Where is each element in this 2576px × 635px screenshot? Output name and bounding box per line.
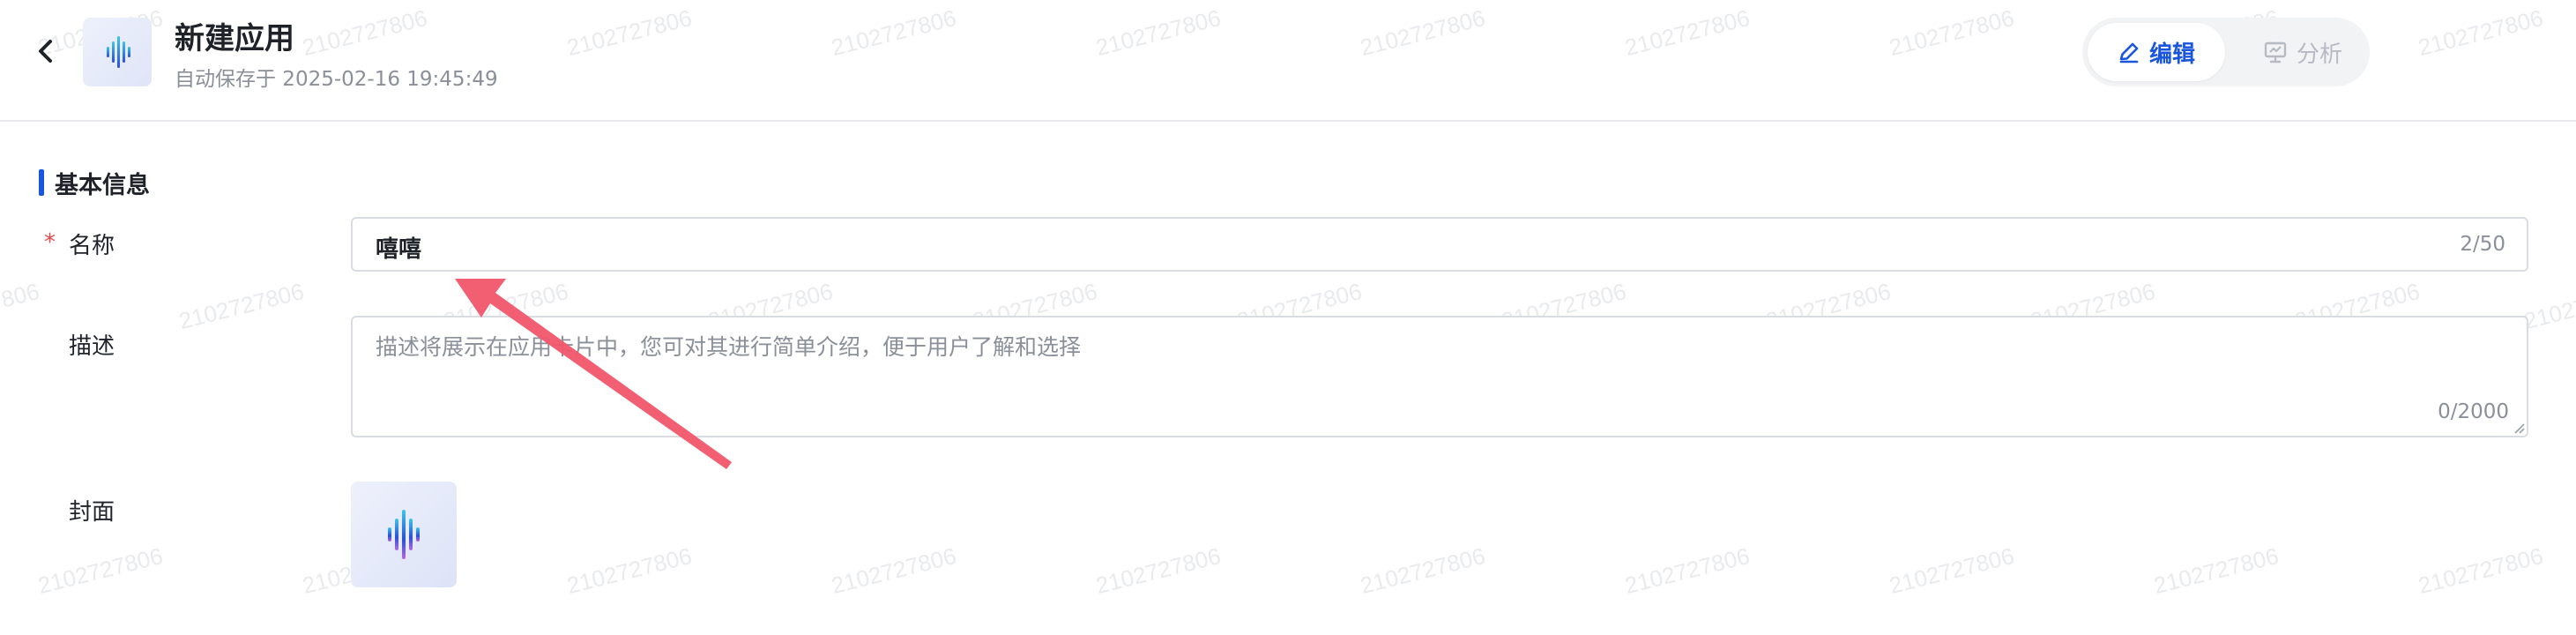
tab-analysis[interactable]: 分析 — [2241, 23, 2364, 81]
back-button[interactable] — [30, 35, 62, 67]
tab-analysis-label: 分析 — [2296, 41, 2342, 68]
description-textarea[interactable]: 描述将展示在应用卡片中，您可对其进行简单介绍，便于用户了解和选择 0/2000 — [351, 316, 2528, 437]
chevron-left-icon — [39, 40, 52, 63]
section-accent-bar — [39, 169, 44, 196]
soundwave-logo-icon — [107, 36, 130, 68]
app-header: 新建应用 自动保存于 2025-02-16 19:45:49 编辑 分析 — [0, 0, 2576, 122]
description-label: 描述 — [69, 333, 115, 360]
tab-edit[interactable]: 编辑 — [2088, 23, 2225, 81]
cover-label: 封面 — [69, 499, 115, 526]
resize-handle-icon[interactable] — [2513, 422, 2525, 434]
name-label: 名称 — [69, 233, 115, 259]
mode-switch: 编辑 分析 — [2082, 18, 2370, 86]
name-input[interactable]: 嘻嘻 2/50 — [351, 217, 2528, 272]
name-char-count: 2/50 — [2460, 233, 2505, 256]
monitor-chart-icon — [2264, 41, 2287, 64]
autosave-status: 自动保存于 2025-02-16 19:45:49 — [175, 68, 498, 91]
pencil-icon — [2119, 42, 2139, 64]
app-title: 新建应用 — [175, 21, 294, 56]
tab-edit-label: 编辑 — [2148, 41, 2195, 68]
soundwave-logo-icon — [388, 510, 420, 559]
app-logo — [83, 18, 152, 86]
form-content: 基本信息 * 名称 嘻嘻 2/50 描述 描述将展示在应用卡片中，您可对其进行简… — [0, 120, 2576, 635]
required-mark: * — [44, 229, 56, 256]
description-placeholder: 描述将展示在应用卡片中，您可对其进行简单介绍，便于用户了解和选择 — [376, 334, 1082, 360]
description-char-count: 0/2000 — [2438, 400, 2509, 423]
section-title: 基本信息 — [55, 172, 150, 199]
cover-image-picker[interactable] — [351, 482, 457, 587]
name-input-value: 嘻嘻 — [376, 236, 422, 263]
